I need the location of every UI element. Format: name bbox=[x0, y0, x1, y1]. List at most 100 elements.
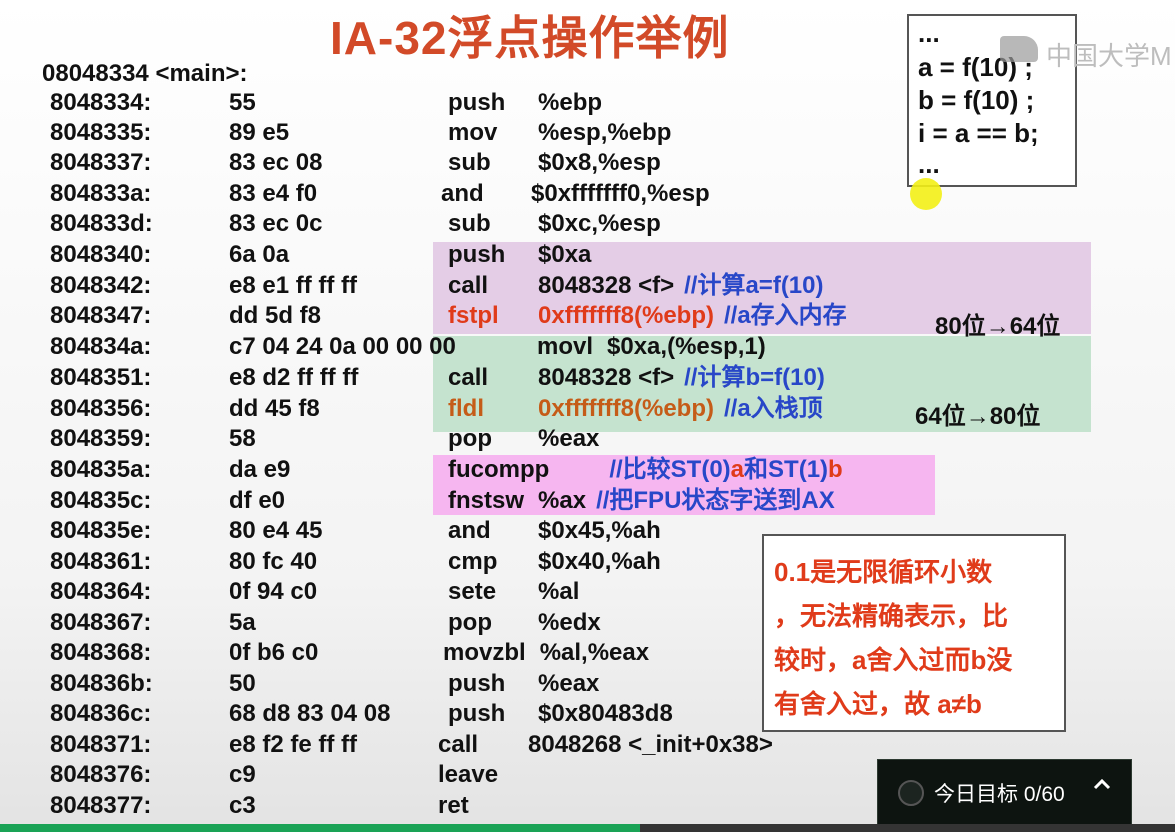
assembly-instruction: pop %eax bbox=[448, 424, 599, 454]
code-comment: //计算a=f(10) bbox=[684, 272, 824, 299]
machine-code-bytes: 83 ec 08 bbox=[229, 149, 323, 176]
machine-code-bytes: dd 45 f8 bbox=[229, 395, 320, 422]
instruction-address: 8048364: bbox=[50, 578, 152, 605]
instruction-address: 8048377: bbox=[50, 792, 152, 819]
opcode-mnemonic: movzbl bbox=[443, 639, 526, 666]
operands: 8048328 <f> bbox=[538, 364, 675, 391]
listing-row: 8048371: e8 f2 fe ff ff call 8048268 <_init… bbox=[0, 730, 1100, 760]
operands: 8048328 <f> bbox=[538, 272, 675, 299]
code-comment: //把FPU状态字送到AX bbox=[596, 487, 835, 514]
machine-code-bytes: 68 d8 83 04 08 bbox=[229, 700, 391, 727]
opcode-mnemonic: push bbox=[448, 670, 506, 697]
operands: $0xa bbox=[538, 241, 592, 268]
operands: %esp,%ebp bbox=[538, 119, 672, 146]
watermark-text: 中国大学M bbox=[1046, 41, 1172, 71]
instruction-address: 8048347: bbox=[50, 302, 152, 329]
operands: $0x80483d8 bbox=[538, 700, 673, 727]
machine-code-bytes: da e9 bbox=[229, 456, 291, 483]
machine-code-bytes: c9 bbox=[229, 761, 256, 788]
machine-code-bytes: 0f b6 c0 bbox=[229, 639, 319, 666]
operands: %ebp bbox=[538, 89, 603, 116]
assembly-instruction: push %ebp bbox=[448, 88, 602, 118]
assembly-instruction: movzbl %al,%eax bbox=[443, 638, 649, 668]
opcode-mnemonic: push bbox=[448, 700, 506, 727]
code-comment: //比较ST(0)a和ST(1)b bbox=[609, 456, 843, 483]
code-comment: //a存入内存 bbox=[723, 302, 847, 329]
machine-code-bytes: 89 e5 bbox=[229, 119, 290, 146]
assembly-instruction: movl $0xa,(%esp,1) bbox=[537, 332, 766, 362]
operands: 0xfffffff8(%ebp) bbox=[538, 302, 714, 329]
note-line: 有舍入过，故 a≠b bbox=[774, 689, 982, 719]
listing-row: 804835a: da e9 fucompp //比较ST(0)a和ST(1)b bbox=[0, 455, 1100, 485]
operands: 8048268 <_init+0x38> bbox=[528, 731, 773, 758]
daily-goal-widget[interactable]: 今日目标 0/60 bbox=[877, 759, 1132, 825]
machine-code-bytes: e8 f2 fe ff ff bbox=[229, 731, 358, 758]
machine-code-bytes: 6a 0a bbox=[229, 241, 290, 268]
instruction-address: 8048356: bbox=[50, 395, 152, 422]
opcode-mnemonic: sete bbox=[448, 578, 497, 605]
machine-code-bytes: 58 bbox=[229, 425, 256, 452]
assembly-instruction: sub $0x8,%esp bbox=[448, 148, 661, 178]
machine-code-bytes: 83 e4 f0 bbox=[229, 180, 318, 207]
assembly-instruction: ret bbox=[438, 791, 528, 821]
source-line: i = a == b; bbox=[918, 118, 1039, 148]
opcode-mnemonic: call bbox=[448, 364, 489, 391]
function-label: 08048334 <main>: bbox=[42, 60, 248, 87]
machine-code-bytes: e8 e1 ff ff ff bbox=[229, 272, 358, 299]
operands: $0x45,%ah bbox=[538, 517, 661, 544]
instruction-address: 804836c: bbox=[50, 700, 152, 727]
instruction-address: 804835e: bbox=[50, 517, 152, 544]
operands: 0xfffffff8(%ebp) bbox=[538, 395, 714, 422]
pointer-highlight-icon bbox=[910, 178, 942, 210]
listing-row: 8048342: e8 e1 ff ff ff call 8048328 <f> //计… bbox=[0, 271, 1100, 301]
assembly-instruction: and $0x45,%ah bbox=[448, 516, 661, 546]
operands: $0xfffffff0,%esp bbox=[531, 180, 710, 207]
opcode-mnemonic: sub bbox=[448, 210, 491, 237]
assembly-instruction: mov %esp,%ebp bbox=[448, 118, 671, 148]
instruction-address: 8048371: bbox=[50, 731, 152, 758]
operands: $0xc,%esp bbox=[538, 210, 661, 237]
instruction-address: 8048367: bbox=[50, 609, 152, 636]
video-progress-fill bbox=[0, 824, 641, 832]
assembly-instruction: call 8048268 <_init+0x38> bbox=[438, 730, 773, 760]
machine-code-bytes: e8 d2 ff ff ff bbox=[229, 364, 359, 391]
fstpl-size-note: 80位→64位 bbox=[935, 313, 1061, 340]
assembly-instruction: sub $0xc,%esp bbox=[448, 209, 661, 239]
video-progress-bar[interactable] bbox=[0, 824, 1175, 832]
listing-row: 8048340: 6a 0a push $0xa bbox=[0, 240, 1100, 270]
machine-code-bytes: c7 04 24 0a 00 00 00 bbox=[229, 333, 456, 360]
assembly-instruction: pop %edx bbox=[448, 608, 601, 638]
machine-code-bytes: 55 bbox=[229, 89, 256, 116]
note-line: 0.1是无限循环小数 bbox=[774, 557, 993, 587]
machine-code-bytes: 80 e4 45 bbox=[229, 517, 323, 544]
opcode-mnemonic: ret bbox=[438, 792, 469, 819]
instruction-address: 804834a: bbox=[50, 333, 152, 360]
chevron-up-icon[interactable] bbox=[1092, 774, 1112, 802]
assembly-instruction: leave bbox=[438, 760, 528, 790]
assembly-instruction: fstpl 0xfffffff8(%ebp) //a存入内存 bbox=[448, 301, 847, 331]
opcode-mnemonic: leave bbox=[438, 761, 499, 788]
daily-goal-label: 今日目标 0/60 bbox=[934, 783, 1065, 806]
opcode-mnemonic: cmp bbox=[448, 548, 498, 575]
machine-code-bytes: 50 bbox=[229, 670, 256, 697]
machine-code-bytes: c3 bbox=[229, 792, 256, 819]
instruction-address: 8048335: bbox=[50, 119, 152, 146]
watermark-logo-icon bbox=[1000, 36, 1038, 62]
machine-code-bytes: 5a bbox=[229, 609, 256, 636]
operands: %al bbox=[538, 578, 580, 605]
assembly-instruction: call 8048328 <f> //计算b=f(10) bbox=[448, 363, 825, 393]
opcode-mnemonic: fstpl bbox=[448, 302, 499, 329]
code-comment: //a入栈顶 bbox=[723, 395, 823, 422]
machine-code-bytes: 80 fc 40 bbox=[229, 548, 318, 575]
assembly-instruction: cmp $0x40,%ah bbox=[448, 547, 661, 577]
opcode-mnemonic: and bbox=[448, 517, 491, 544]
operands: %al,%eax bbox=[539, 639, 650, 666]
instruction-address: 804836b: bbox=[50, 670, 153, 697]
machine-code-bytes: dd 5d f8 bbox=[229, 302, 322, 329]
operands: $0x40,%ah bbox=[538, 548, 661, 575]
source-line: ... bbox=[918, 149, 940, 179]
machine-code-bytes: 83 ec 0c bbox=[229, 210, 323, 237]
operands: $0x8,%esp bbox=[538, 149, 661, 176]
opcode-mnemonic: fldl bbox=[448, 395, 484, 422]
assembly-instruction: fnstsw %ax //把FPU状态字送到AX bbox=[448, 486, 835, 516]
